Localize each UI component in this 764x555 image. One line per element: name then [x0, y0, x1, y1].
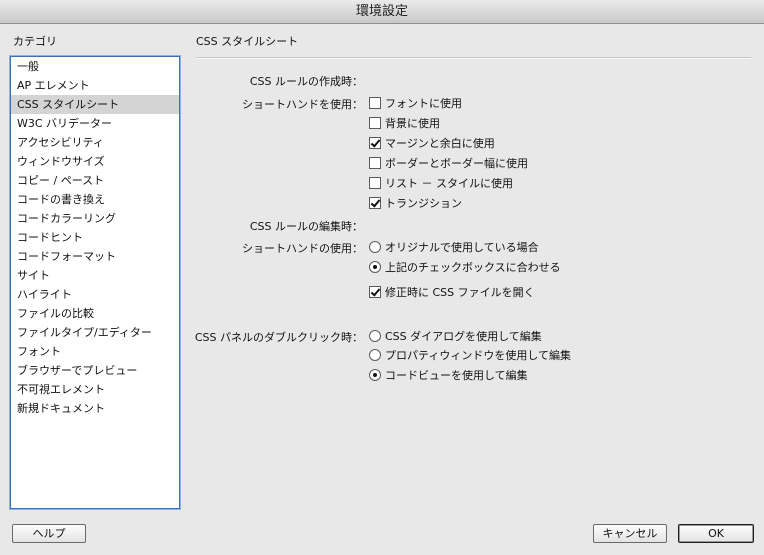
category-item[interactable]: コピー / ペースト [11, 171, 179, 190]
category-item[interactable]: ウィンドウサイズ [11, 152, 179, 171]
category-item[interactable]: アクセシビリティ [11, 133, 179, 152]
category-item[interactable]: コードの書き換え [11, 190, 179, 209]
option-label: オリジナルで使用している場合 [385, 241, 539, 254]
checkbox-icon[interactable] [369, 286, 381, 298]
option-label: 上記のチェックボックスに合わせる [385, 261, 561, 274]
category-item[interactable]: コードヒント [11, 228, 179, 247]
radio-icon[interactable] [369, 369, 381, 381]
category-item[interactable]: サイト [11, 266, 179, 285]
category-item[interactable]: ファイルの比較 [11, 304, 179, 323]
shorthand-original-radio[interactable]: オリジナルで使用している場合 [369, 239, 539, 255]
shorthand-list-style-checkbox[interactable]: リスト － スタイルに使用 [369, 175, 513, 191]
create-heading: CSS ルールの作成時： [249, 75, 363, 88]
category-item[interactable]: コードフォーマット [11, 247, 179, 266]
category-item[interactable]: コードカラーリング [11, 209, 179, 228]
checkbox-icon[interactable] [369, 117, 381, 129]
cancel-button[interactable]: キャンセル [593, 524, 667, 543]
option-label: フォントに使用 [385, 97, 462, 110]
category-item[interactable]: ファイルタイプ/エディター [11, 323, 179, 342]
option-label: マージンと余白に使用 [385, 137, 495, 150]
shorthand-transition-checkbox[interactable]: トランジション [369, 195, 462, 211]
category-list[interactable]: 一般 AP エレメント CSS スタイルシート W3C バリデーター アクセシビリティウ… [10, 56, 180, 509]
section-divider [196, 57, 751, 59]
option-label: CSS ダイアログを使用して編集 [385, 330, 542, 343]
radio-icon[interactable] [369, 261, 381, 273]
category-item[interactable]: 不可視エレメント [11, 380, 179, 399]
category-item[interactable]: AP エレメント [11, 76, 179, 95]
option-label: プロパティウィンドウを使用して編集 [385, 349, 572, 362]
category-item[interactable]: フォント [11, 342, 179, 361]
dblclick-properties-radio[interactable]: プロパティウィンドウを使用して編集 [369, 347, 571, 363]
edit-heading: CSS ルールの編集時： [249, 220, 363, 233]
option-label: ボーダーとボーダー幅に使用 [385, 157, 528, 170]
category-label: カテゴリ [13, 35, 57, 48]
option-label: リスト － スタイルに使用 [385, 177, 513, 190]
section-title: CSS スタイルシート [196, 35, 299, 48]
option-label: コードビューを使用して編集 [385, 369, 528, 382]
dblclick-code-view-radio[interactable]: コードビューを使用して編集 [369, 367, 528, 383]
shorthand-background-checkbox[interactable]: 背景に使用 [369, 115, 440, 131]
category-item[interactable]: 一般 [11, 57, 179, 76]
radio-icon[interactable] [369, 349, 381, 361]
radio-icon[interactable] [369, 241, 381, 253]
category-item[interactable]: ブラウザーでプレビュー [11, 361, 179, 380]
shorthand-border-checkbox[interactable]: ボーダーとボーダー幅に使用 [369, 155, 528, 171]
category-item[interactable]: CSS スタイルシート [11, 95, 179, 114]
option-label: トランジション [385, 197, 462, 210]
option-label: 修正時に CSS ファイルを開く [385, 286, 535, 299]
shorthand-when-label: ショートハンドの使用： [242, 242, 363, 255]
radio-icon[interactable] [369, 330, 381, 342]
checkbox-icon[interactable] [369, 157, 381, 169]
shorthand-margin-checkbox[interactable]: マージンと余白に使用 [369, 135, 495, 151]
checkbox-icon[interactable] [369, 137, 381, 149]
category-item[interactable]: 新規ドキュメント [11, 399, 179, 418]
checkbox-icon[interactable] [369, 197, 381, 209]
checkbox-icon[interactable] [369, 177, 381, 189]
checkbox-icon[interactable] [369, 97, 381, 109]
ok-button[interactable]: OK [678, 524, 754, 543]
category-item[interactable]: W3C バリデーター [11, 114, 179, 133]
shorthand-match-checkbox-radio[interactable]: 上記のチェックボックスに合わせる [369, 259, 561, 275]
dblclick-label: CSS パネルのダブルクリック時： [194, 331, 363, 344]
dblclick-css-dialog-radio[interactable]: CSS ダイアログを使用して編集 [369, 328, 542, 344]
window-title: 環境設定 [0, 0, 764, 24]
help-button[interactable]: ヘルプ [12, 524, 86, 543]
option-label: 背景に使用 [385, 117, 440, 130]
category-item[interactable]: ハイライト [11, 285, 179, 304]
shorthand-font-checkbox[interactable]: フォントに使用 [369, 95, 462, 111]
shorthand-use-label: ショートハンドを使用： [242, 98, 363, 111]
open-css-file-checkbox[interactable]: 修正時に CSS ファイルを開く [369, 284, 535, 300]
